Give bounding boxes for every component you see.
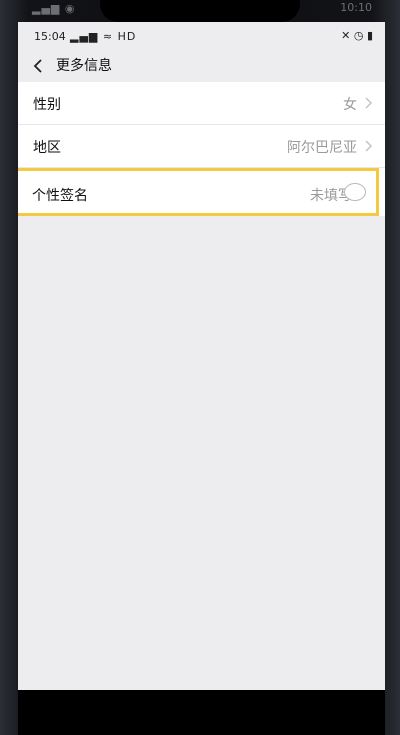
chevron-right-icon — [365, 140, 373, 152]
gender-row[interactable]: 性别 女 — [18, 82, 385, 125]
mute-icon: ✕ — [341, 29, 351, 42]
outer-clock: 10:10 — [340, 1, 372, 14]
wifi-icon: ≈ — [102, 30, 114, 43]
battery-icon: ▮ — [366, 29, 373, 42]
outer-signal-icons: ▂▄▆ ◉ — [32, 2, 76, 15]
page-title: 更多信息 — [56, 58, 112, 74]
alarm-icon: ◷ — [353, 29, 364, 42]
nav-bar: 更多信息 — [18, 48, 385, 82]
status-time: 15:04 — [34, 30, 66, 43]
camera-notch — [100, 0, 300, 22]
chevron-right-icon — [365, 97, 373, 109]
bottom-black-bar — [18, 690, 385, 735]
gender-label: 性别 — [33, 97, 61, 113]
signature-row[interactable]: 个性签名 未填写 — [18, 168, 379, 216]
back-icon[interactable] — [32, 57, 46, 75]
region-value: 阿尔巴尼亚 — [287, 140, 357, 156]
network-label: HD — [117, 30, 137, 43]
screen: 15:04 ▂▄▆ ≈ HD ✕ ◷ ▮ 更多信息 性别 女 地区 阿尔巴尼亚 — [18, 22, 385, 690]
signature-label: 个性签名 — [32, 188, 88, 204]
gender-value: 女 — [343, 97, 357, 113]
status-bar: 15:04 ▂▄▆ ≈ HD ✕ ◷ ▮ — [18, 22, 385, 48]
status-right-icons: ✕ ◷ ▮ — [341, 29, 373, 42]
status-icons: ▂▄▆ ≈ HD — [70, 30, 136, 43]
touch-indicator-icon — [344, 183, 366, 201]
region-row[interactable]: 地区 阿尔巴尼亚 — [18, 125, 385, 168]
info-list: 性别 女 地区 阿尔巴尼亚 个性签名 未填写 — [18, 82, 385, 216]
region-label: 地区 — [33, 140, 61, 156]
signal-icon: ▂▄▆ — [70, 30, 99, 43]
